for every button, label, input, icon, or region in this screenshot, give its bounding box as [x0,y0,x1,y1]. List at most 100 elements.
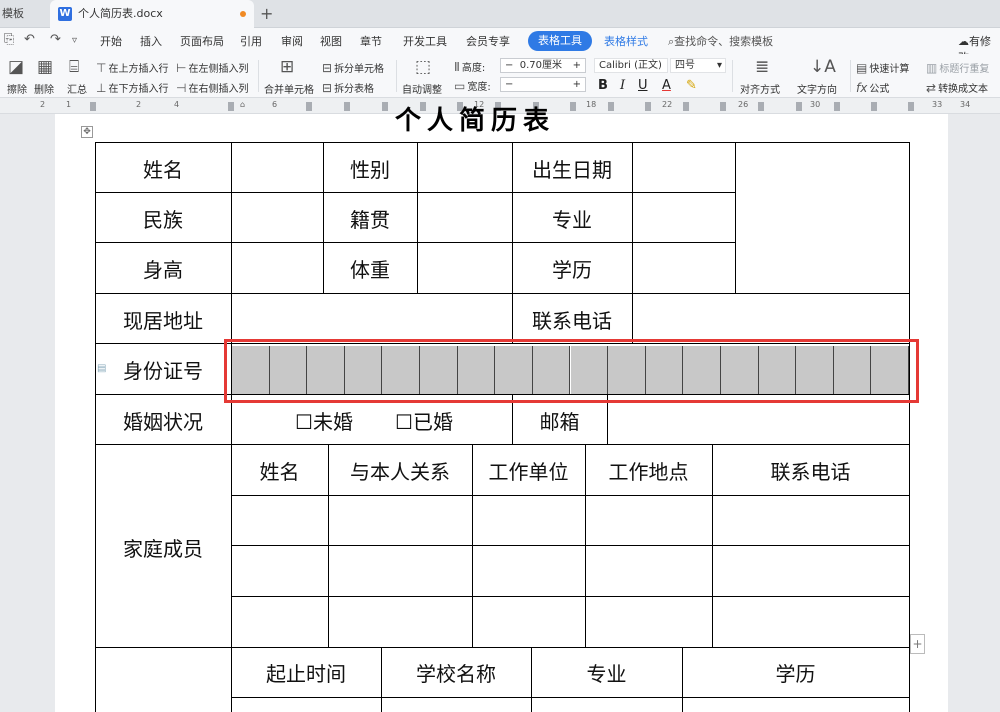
ruler-column-marker[interactable] [796,102,802,111]
redo-icon[interactable]: ↷ [50,32,61,47]
title-repeat-button[interactable]: ▥ 标题行重复 [926,60,989,75]
menu-table-style[interactable]: 表格样式 [604,33,648,49]
delete-button[interactable]: 删除 [34,81,54,96]
align-icon[interactable]: ≣ [755,57,769,77]
italic-button[interactable]: I [620,78,625,93]
checkbox-married[interactable]: ☐已婚 [389,406,459,435]
undo-icon[interactable]: ↶ [24,32,35,47]
height-increment[interactable]: + [573,59,585,72]
highlight-icon[interactable]: ✎ [686,78,697,93]
ruler-number: 22 [662,100,673,109]
font-size-value: 四号 [675,60,695,71]
tab-document[interactable]: W 个人简历表.docx [50,0,254,28]
ribbon-separator [732,60,733,92]
bold-button[interactable]: B [598,78,608,93]
label-email: 邮箱 [539,410,580,434]
label-address: 现居地址 [123,309,203,333]
menu-references[interactable]: 引用 [240,33,262,49]
checkbox-unmarried[interactable]: ☐未婚 [289,406,359,435]
ruler-column-marker[interactable] [90,102,96,111]
ribbon-separator [396,60,397,92]
ruler-number: 18 [586,100,597,109]
selection-highlight [224,339,919,403]
insert-col-left-icon: ⊢ [176,61,187,75]
ruler-column-marker[interactable] [908,102,914,111]
width-input[interactable]: − + [500,77,586,92]
table-line [231,545,910,546]
ruler-column-marker[interactable] [871,102,877,111]
insert-row-above-button[interactable]: ⊤ 在上方插入行 [96,60,168,75]
ruler-column-marker[interactable] [834,102,840,111]
ruler-column-marker[interactable] [228,102,234,111]
ruler-indent-icon[interactable]: ⌂ [240,100,245,109]
width-decrement[interactable]: − [505,79,513,90]
menu-bar: ⎘ ↶ ↷ ▿ 开始 插入 页面布局 引用 审阅 视图 章节 开发工具 会员专享… [0,28,1000,64]
font-color-button[interactable]: A [662,78,671,93]
customize-icon[interactable]: ▿ [72,35,77,46]
ruler-number: 26 [738,100,749,109]
align-button[interactable]: 对齐方式 [740,81,780,96]
insert-col-left-button[interactable]: ⊢ 在左侧插入列 [176,60,248,75]
underline-button[interactable]: U [638,78,648,93]
menu-insert[interactable]: 插入 [140,33,162,49]
insert-col-left-label: 在左侧插入列 [188,64,249,75]
height-decrement[interactable]: − [505,60,513,71]
menu-member[interactable]: 会员专享 [466,33,510,49]
split-cells-button[interactable]: ⊟ 拆分单元格 [322,60,384,75]
quick-calc-button[interactable]: ▤ 快速计算 [856,60,909,75]
menu-table-tools[interactable]: 表格工具 [528,31,592,51]
table-line [231,596,910,597]
ruler-column-marker[interactable] [645,102,651,111]
eraser-icon[interactable]: ◪ [8,57,24,77]
menu-chapter[interactable]: 章节 [360,33,382,49]
delete-table-icon[interactable]: ▦ [37,57,53,77]
menu-developer[interactable]: 开发工具 [403,33,447,49]
menu-review[interactable]: 审阅 [281,33,303,49]
ruler-number: 1 [66,100,72,109]
ruler-column-marker[interactable] [758,102,764,111]
erase-button[interactable]: 擦除 [7,81,27,96]
add-row-button[interactable]: + [910,634,925,654]
insert-col-right-button[interactable]: ⊣ 在右侧插入列 [176,80,248,95]
ruler-column-marker[interactable] [344,102,350,111]
summary-icon[interactable]: ⌸ [69,57,79,77]
auto-adjust-button[interactable]: 自动调整 [402,81,442,96]
menu-page-layout[interactable]: 页面布局 [180,33,224,49]
split-table-button[interactable]: ⊟ 拆分表格 [322,80,374,95]
chevron-down-icon: ▾ [716,60,722,71]
height-input[interactable]: − 0.70厘米 + [500,58,586,73]
text-direction-icon[interactable]: ↓A [810,57,836,77]
split-cells-label: 拆分单元格 [334,64,385,75]
ruler-column-marker[interactable] [382,102,388,111]
menu-view[interactable]: 视图 [320,33,342,49]
ruler-column-marker[interactable] [608,102,614,111]
new-tab-button[interactable]: + [260,0,273,28]
auto-adjust-icon[interactable]: ⬚ [415,57,431,77]
width-increment[interactable]: + [573,78,585,91]
table-line [735,142,736,293]
ruler-column-marker[interactable] [570,102,576,111]
merge-cells-button[interactable]: 合并单元格 [264,81,314,96]
preview-icon[interactable]: ⎘ [4,32,14,47]
text-direction-button[interactable]: 文字方向 [797,81,837,96]
formula-button[interactable]: fx 公式 [856,80,889,95]
ruler-column-marker[interactable] [720,102,726,111]
convert-to-text-button[interactable]: ⇄ 转换成文本 [926,80,988,95]
summary-button[interactable]: 汇总 [67,81,87,96]
ruler-column-marker[interactable] [683,102,689,111]
table-move-handle-icon[interactable]: ✥ [81,126,93,138]
ruler-column-marker[interactable] [306,102,312,111]
page-title: 个人简历表 [395,106,556,136]
document-page[interactable]: 个人简历表 ✥ 姓名 性别 出生日期 民族 籍贯 专业 身高 体重 学历 现居地… [55,106,948,712]
table-line [417,142,418,293]
insert-row-below-button[interactable]: ⊥ 在下方插入行 [96,80,168,95]
command-search[interactable]: ⌕查找命令、搜索模板 [668,33,773,49]
font-name-select[interactable]: Calibri (正文) [594,58,668,73]
menu-home[interactable]: 开始 [100,33,122,49]
font-size-select[interactable]: 四号 ▾ [670,58,726,73]
merge-cells-icon[interactable]: ⊞ [280,57,294,77]
insert-col-right-label: 在右侧插入列 [188,84,249,95]
word-doc-icon: W [58,7,72,21]
label-height: 身高 [143,258,183,282]
tab-template[interactable]: 模板 [0,0,44,28]
